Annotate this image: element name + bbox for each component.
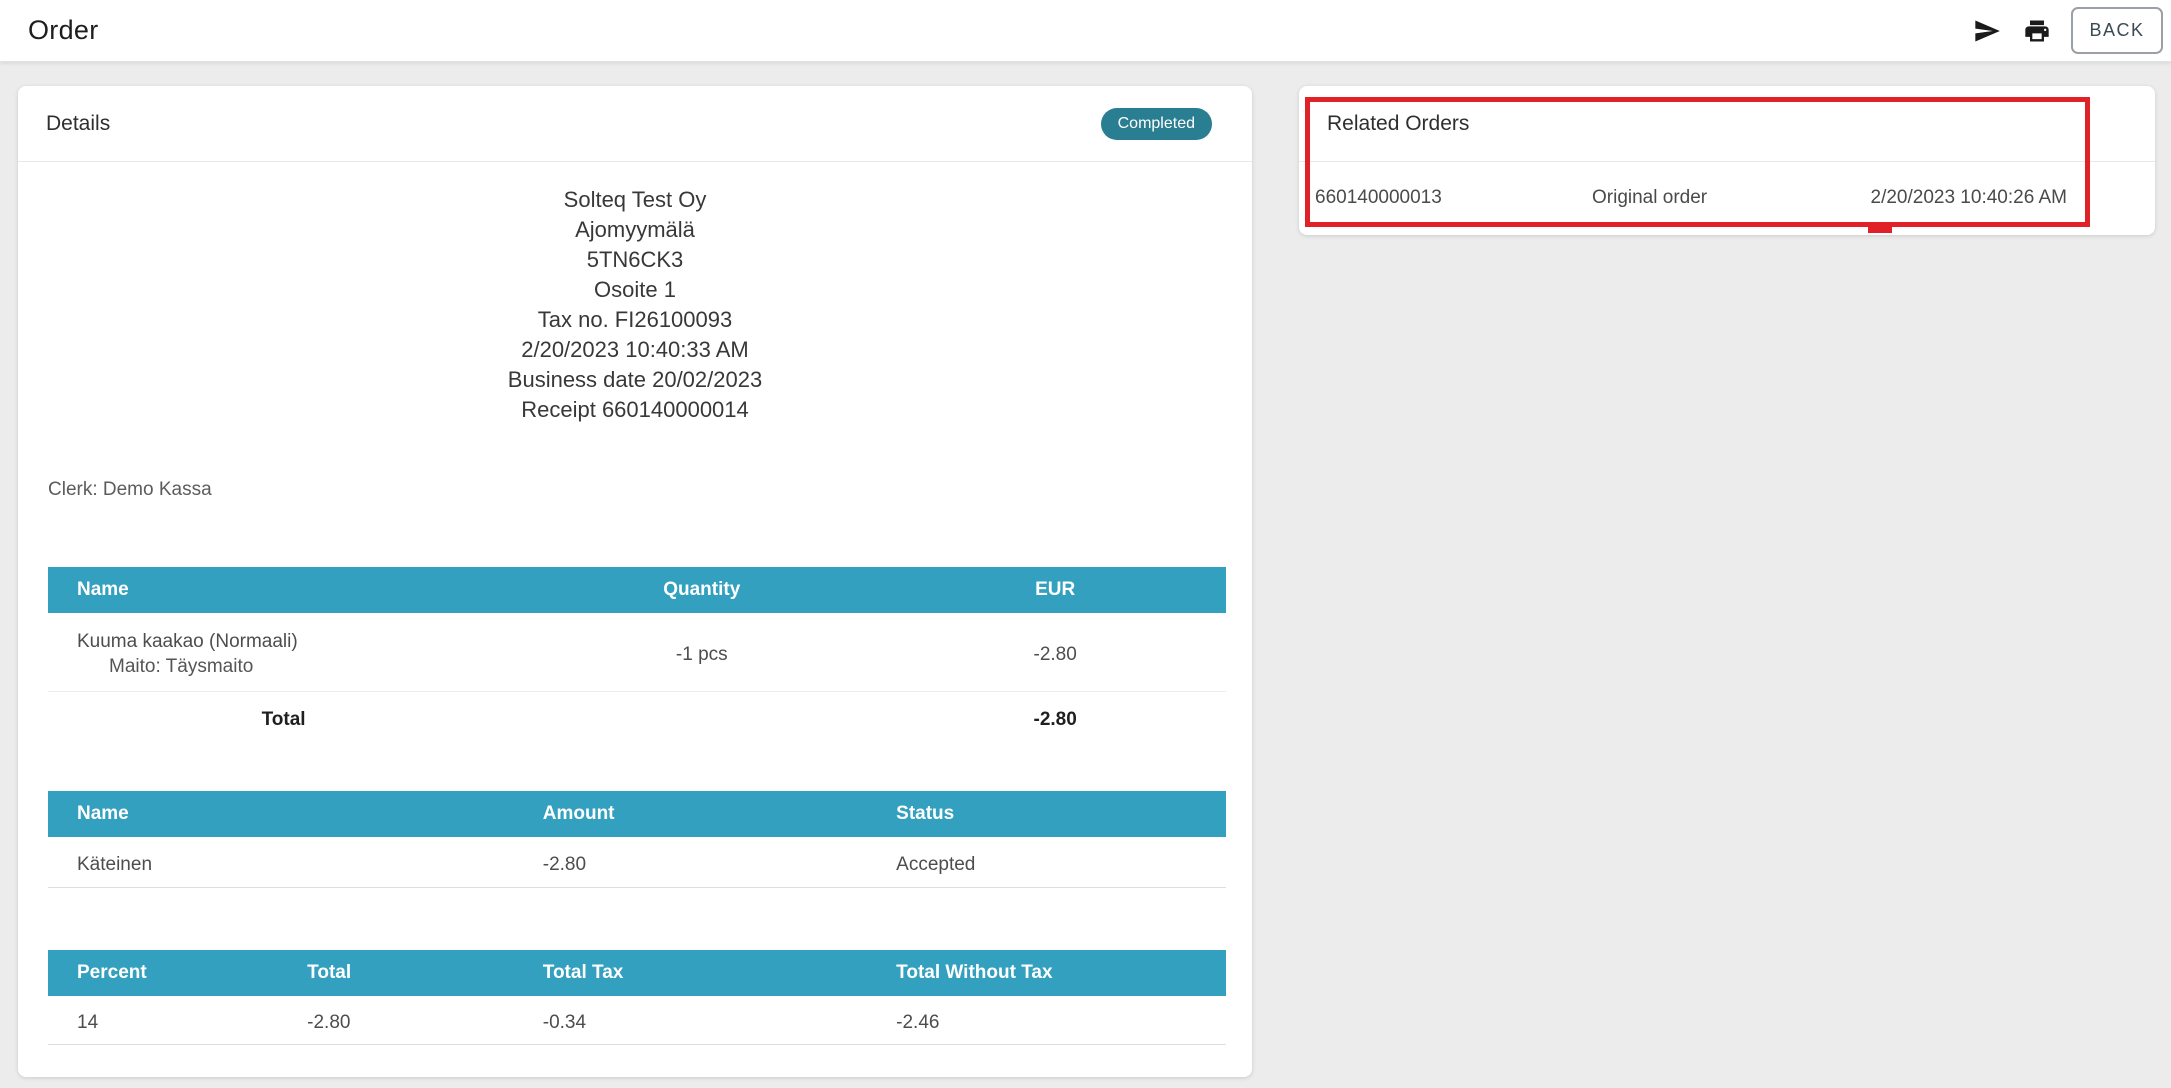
item-modifier: Maito: Täysmaito (77, 656, 519, 678)
item-name: Kuuma kaakao (Normaali) (77, 631, 519, 653)
receipt-line-datetime: 2/20/2023 10:40:33 AM (18, 335, 1252, 365)
details-title: Details (46, 112, 110, 136)
items-total-row: Total -2.80 (48, 692, 1226, 731)
items-table-header: Name Quantity EUR (48, 567, 1226, 613)
receipt-line-tax-no: Tax no. FI26100093 (18, 305, 1252, 335)
receipt-line-address: Osoite 1 (18, 275, 1252, 305)
related-orders-card: Related Orders 660140000013 Original ord… (1299, 86, 2155, 235)
send-icon[interactable] (1971, 15, 2003, 47)
receipt-line-company: Solteq Test Oy (18, 185, 1252, 215)
details-card-header: Details Completed (18, 86, 1252, 162)
related-orders-title: Related Orders (1327, 112, 1469, 136)
related-order-number: 660140000013 (1315, 187, 1592, 209)
related-order-type: Original order (1592, 187, 1871, 209)
payments-header-status: Status (896, 803, 1226, 825)
clerk-label: Clerk: Demo Kassa (48, 479, 1252, 501)
status-badge: Completed (1101, 108, 1212, 140)
item-quantity: -1 pcs (519, 644, 884, 666)
topbar-actions: BACK (1971, 7, 2163, 54)
printer-icon[interactable] (2021, 15, 2053, 47)
payments-table: Name Amount Status Käteinen -2.80 Accept… (48, 791, 1226, 888)
table-row: 14 -2.80 -0.34 -2.46 (48, 996, 1226, 1045)
tax-header-total-tax: Total Tax (543, 962, 896, 984)
tax-total: -2.80 (307, 1012, 543, 1034)
payments-header-name: Name (48, 803, 543, 825)
table-row: Käteinen -2.80 Accepted (48, 837, 1226, 888)
back-button[interactable]: BACK (2071, 7, 2163, 54)
related-order-row[interactable]: 660140000013 Original order 2/20/2023 10… (1299, 162, 2155, 234)
related-order-timestamp: 2/20/2023 10:40:26 AM (1871, 187, 2068, 209)
payments-table-header: Name Amount Status (48, 791, 1226, 837)
items-header-quantity: Quantity (519, 579, 884, 601)
tax-total-tax: -0.34 (543, 1012, 896, 1034)
payment-status: Accepted (896, 854, 1226, 876)
top-bar: Order BACK (0, 0, 2171, 62)
tax-table: Percent Total Total Tax Total Without Ta… (48, 950, 1226, 1045)
tax-total-without-tax: -2.46 (896, 1012, 1226, 1034)
items-table: Name Quantity EUR Kuuma kaakao (Normaali… (48, 567, 1226, 731)
receipt-line-register: 5TN6CK3 (18, 245, 1252, 275)
tax-header-total-without-tax: Total Without Tax (896, 962, 1226, 984)
total-label: Total (48, 709, 519, 731)
tax-percent: 14 (48, 1012, 307, 1034)
receipt-line-store: Ajomyymälä (18, 215, 1252, 245)
items-header-name: Name (48, 579, 519, 601)
payment-name: Käteinen (48, 854, 543, 876)
receipt-line-business-date: Business date 20/02/2023 (18, 365, 1252, 395)
receipt-line-receipt-no: Receipt 660140000014 (18, 395, 1252, 425)
items-header-eur: EUR (884, 579, 1226, 601)
tax-header-total: Total (307, 962, 543, 984)
payment-amount: -2.80 (543, 854, 896, 876)
item-name-cell: Kuuma kaakao (Normaali) Maito: Täysmaito (48, 631, 519, 678)
receipt-header-block: Solteq Test Oy Ajomyymälä 5TN6CK3 Osoite… (18, 162, 1252, 425)
total-value: -2.80 (884, 709, 1226, 731)
related-orders-header: Related Orders (1299, 86, 2155, 162)
tax-table-header: Percent Total Total Tax Total Without Ta… (48, 950, 1226, 996)
payments-header-amount: Amount (543, 803, 896, 825)
item-eur: -2.80 (884, 644, 1226, 666)
tax-header-percent: Percent (48, 962, 307, 984)
details-card: Details Completed Solteq Test Oy Ajomyym… (18, 86, 1252, 1077)
page-title: Order (28, 15, 99, 46)
table-row: Kuuma kaakao (Normaali) Maito: Täysmaito… (48, 613, 1226, 692)
